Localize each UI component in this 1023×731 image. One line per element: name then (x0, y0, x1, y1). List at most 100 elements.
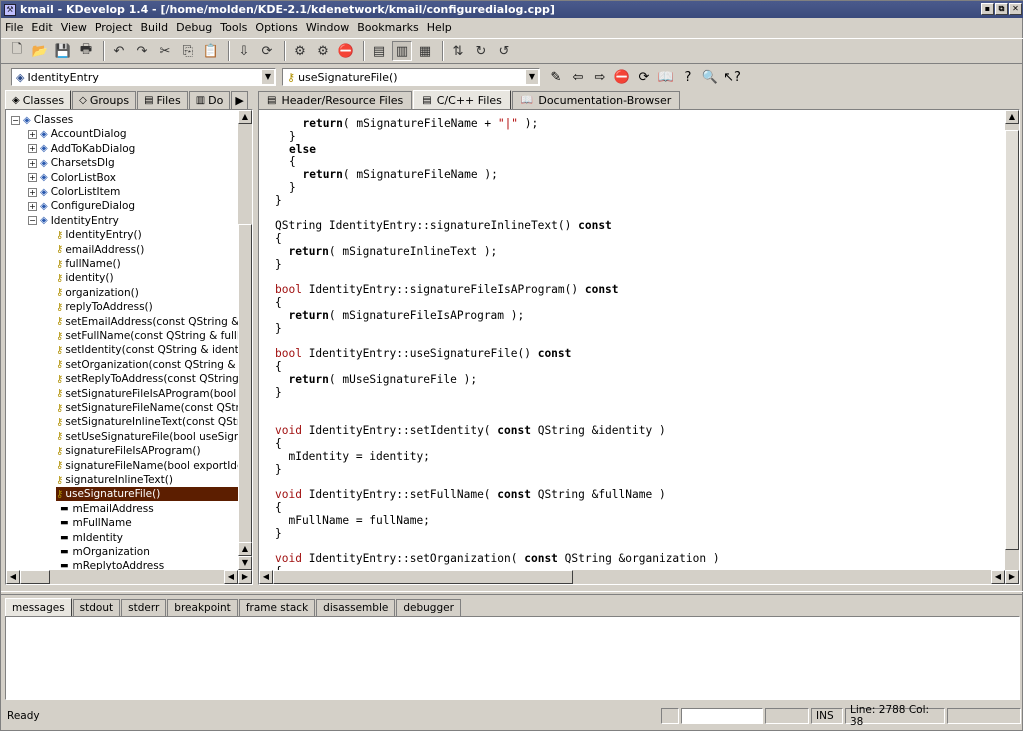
menu-help[interactable]: Help (427, 21, 452, 34)
expand-icon[interactable]: + (28, 129, 37, 139)
new-file-icon[interactable]: 🗋 (7, 41, 27, 61)
class-tree[interactable]: − ◈ Classes + ◈ AccountDialog + ◈ AddToKabDialog… (5, 109, 253, 585)
expand-icon[interactable]: + (28, 144, 37, 154)
menu-window[interactable]: Window (306, 21, 349, 34)
tree-method-item[interactable]: ⚷setSignatureFileIsAProgram(bool sign (56, 387, 238, 401)
save-icon[interactable]: 💾 (53, 41, 73, 61)
debug-next-icon[interactable]: ↻ (471, 41, 491, 61)
tree-method-item[interactable]: ⚷ setIdentity(const QString & identity) (56, 343, 238, 357)
tree-class-item[interactable]: + ◈ ColorListItem (28, 185, 120, 199)
tree-method-item[interactable]: ⚷ IdentityEntry() (56, 228, 142, 242)
tab-do[interactable]: ▥ Do (188, 91, 231, 109)
scroll-left-icon[interactable]: ◀ (991, 570, 1005, 584)
output-pane[interactable] (5, 616, 1020, 700)
scroll-up-icon[interactable]: ▲ (238, 542, 252, 556)
tree-attribute-item[interactable]: ▬ mOrganization (60, 545, 150, 559)
scroll-left-icon[interactable]: ◀ (224, 570, 238, 584)
tree-attribute-item[interactable]: ▬ mFullName (60, 516, 132, 530)
pane-splitter[interactable] (1, 591, 1023, 595)
tree-attribute-item[interactable]: ▬ mEmailAddress (60, 502, 154, 516)
compile-icon[interactable]: ⇩ (234, 41, 254, 61)
scroll-left-icon[interactable]: ◀ (6, 570, 20, 584)
tree-method-item[interactable]: ⚷setSignatureInlineText(const QString & (56, 415, 238, 429)
tree-class-item[interactable]: − ◈ IdentityEntry (28, 214, 119, 228)
output-tab-breakpoint[interactable]: breakpoint (167, 599, 238, 616)
view-tabs-icon[interactable]: ▦ (415, 41, 435, 61)
scroll-up-icon[interactable]: ▲ (238, 110, 252, 124)
reload-icon[interactable]: ⟳ (634, 67, 654, 87)
editor-tab[interactable]: 📖 Documentation-Browser (511, 91, 681, 109)
output-tab-debugger[interactable]: debugger (396, 599, 461, 616)
tree-hscrollbar[interactable]: ◀ ◀ ▶ (6, 570, 252, 584)
chevron-down-icon[interactable]: ▼ (526, 70, 538, 84)
tree-method-item[interactable]: ⚷setSignatureFileName(const QString & (56, 401, 238, 415)
paste-icon[interactable]: 📋 (201, 41, 221, 61)
menu-edit[interactable]: Edit (31, 21, 52, 34)
tab-groups[interactable]: ◇ Groups (72, 91, 137, 109)
menu-debug[interactable]: Debug (176, 21, 212, 34)
scroll-left-icon[interactable]: ◀ (259, 570, 273, 584)
tree-method-item[interactable]: ⚷ signatureFileIsAProgram() (56, 444, 201, 458)
expand-icon[interactable]: + (28, 173, 37, 183)
collapse-icon[interactable]: − (28, 216, 37, 226)
app-icon[interactable]: ⚒ (4, 3, 16, 16)
copy-icon[interactable]: ⎘ (178, 41, 198, 61)
tree-method-item[interactable]: ⚷setReplyToAddress(const QString & r (56, 372, 238, 386)
scroll-down-icon[interactable]: ▼ (238, 556, 252, 570)
editor-hscrollbar[interactable]: ◀ ◀ ▶ (259, 570, 1019, 584)
output-tab-frame-stack[interactable]: frame stack (238, 599, 316, 616)
output-tab-disassemble[interactable]: disassemble (316, 599, 396, 616)
make-icon[interactable]: ⟳ (257, 41, 277, 61)
minimize-button[interactable]: ▪ (981, 3, 994, 15)
tree-method-item[interactable]: ⚷setEmailAddress(const QString & ema (56, 315, 238, 329)
tab-classes[interactable]: ◈ Classes (5, 90, 72, 109)
maximize-button[interactable]: ⧉ (995, 3, 1008, 15)
debug-out-icon[interactable]: ↺ (494, 41, 514, 61)
scroll-right-icon[interactable]: ▶ (1005, 570, 1019, 584)
view-output-icon[interactable]: ▥ (392, 41, 412, 61)
tree-method-item[interactable]: ⚷setFullName(const QString & fullName (56, 329, 238, 343)
redo-icon[interactable]: ↷ (132, 41, 152, 61)
tree-root[interactable]: − ◈ Classes (11, 113, 73, 127)
tree-class-item[interactable]: + ◈ ConfigureDialog (28, 199, 135, 213)
tree-class-item[interactable]: + ◈ AccountDialog (28, 127, 127, 141)
tree-scroll-thumb[interactable] (238, 224, 252, 548)
menu-tools[interactable]: Tools (220, 21, 247, 34)
tree-method-item[interactable]: ⚷ organization() (56, 286, 139, 300)
tree-method-item[interactable]: ⚷ useSignatureFile() (56, 487, 238, 502)
forward-icon[interactable]: ⇨ (590, 67, 610, 87)
tree-method-item[interactable]: ⚷ replyToAddress() (56, 300, 153, 314)
menu-file[interactable]: File (5, 21, 23, 34)
expand-icon[interactable]: + (28, 201, 37, 211)
editor-hscroll-thumb[interactable] (273, 570, 573, 584)
editor-tab[interactable]: ▤ C/C++ Files (413, 90, 511, 109)
code-editor[interactable]: return( mSignatureFileName + "|" );} else… (258, 109, 1020, 585)
cut-icon[interactable]: ✂ (155, 41, 175, 61)
class-combo[interactable]: ◈ IdentityEntry ▼ (11, 68, 276, 86)
print-icon[interactable]: 🖶 (76, 41, 96, 61)
debug-step-icon[interactable]: ⇅ (448, 41, 468, 61)
scroll-up-icon[interactable]: ▲ (1005, 110, 1019, 124)
close-button[interactable]: ✕ (1009, 3, 1022, 15)
book-icon[interactable]: 📖 (656, 67, 676, 87)
tree-vscrollbar[interactable]: ▲ ▲ ▼ (238, 110, 252, 570)
tree-hscroll-thumb[interactable] (20, 570, 50, 584)
editor-tab[interactable]: ▤ Header/Resource Files (258, 91, 413, 109)
tab-scroll-right-icon[interactable]: ▶ (231, 91, 248, 109)
tree-class-item[interactable]: + ◈ ColorListBox (28, 171, 116, 185)
search-icon[interactable]: 🔍 (700, 67, 720, 87)
tree-method-item[interactable]: ⚷ signatureInlineText() (56, 473, 173, 487)
tree-method-item[interactable]: ⚷ emailAddress() (56, 243, 144, 257)
menu-project[interactable]: Project (95, 21, 133, 34)
view-tree-icon[interactable]: ▤ (369, 41, 389, 61)
tree-method-item[interactable]: ⚷signatureFileName(bool exportIdentity (56, 459, 238, 473)
tree-method-item[interactable]: ⚷setOrganization(const QString & orga (56, 358, 238, 372)
undo-icon[interactable]: ↶ (109, 41, 129, 61)
output-tab-stderr[interactable]: stderr (121, 599, 167, 616)
tree-method-item[interactable]: ⚷ identity() (56, 271, 114, 285)
menu-build[interactable]: Build (140, 21, 168, 34)
stop-search-icon[interactable]: ⛔ (612, 67, 632, 87)
whats-this-icon[interactable]: ↖? (722, 67, 742, 87)
title-bar[interactable]: ⚒ kmail - KDevelop 1.4 - [/home/molden/K… (1, 1, 1023, 18)
collapse-icon[interactable]: − (11, 115, 20, 125)
